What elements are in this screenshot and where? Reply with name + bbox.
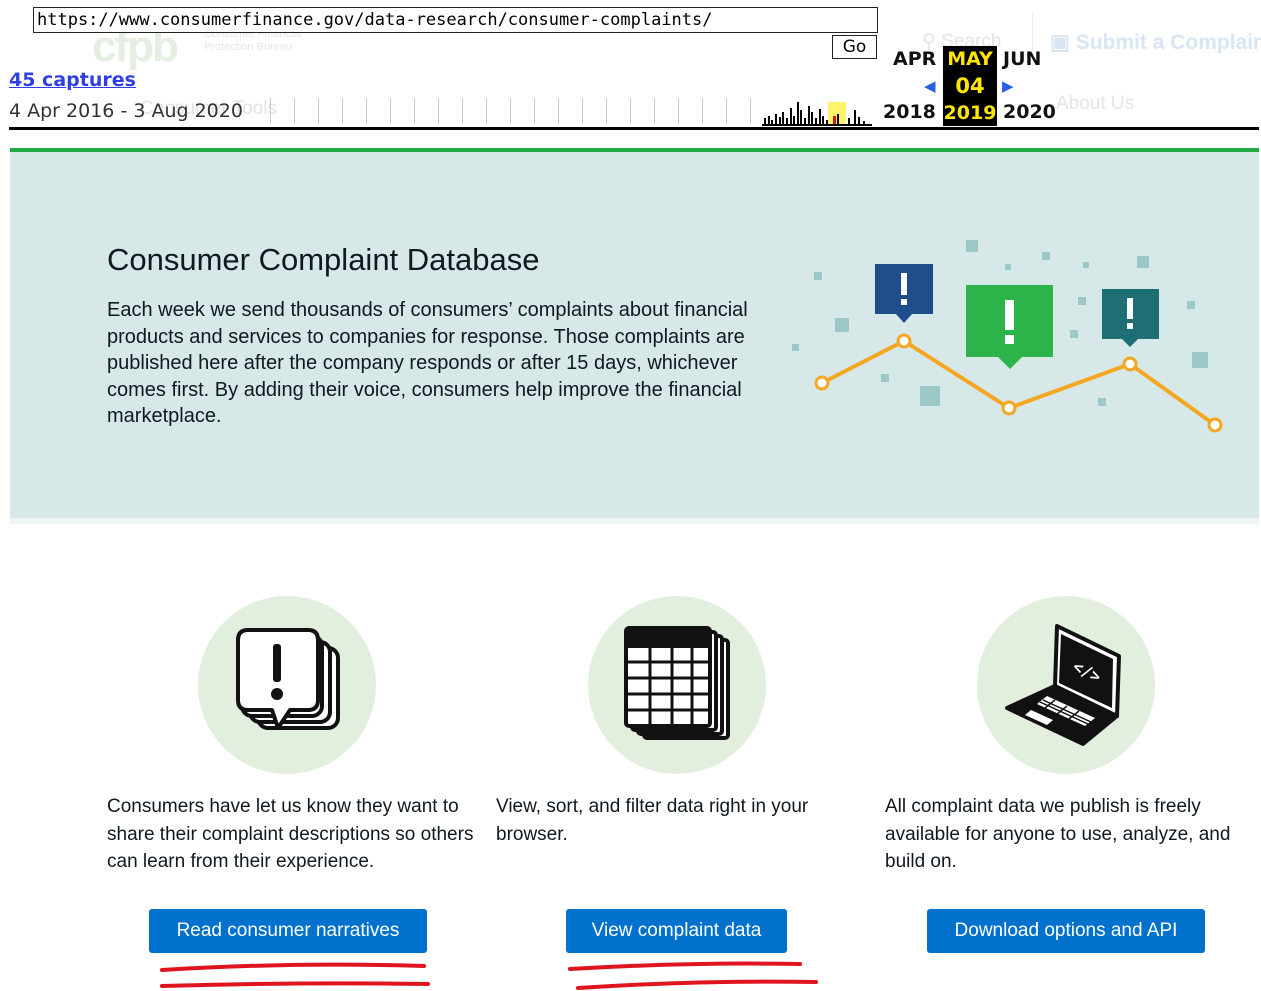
wayback-current-day: 04 — [943, 72, 997, 100]
complaint-data-icon-circle — [588, 596, 766, 774]
complaint-trend-graphic — [792, 240, 1223, 433]
red-annotation-underlines — [160, 961, 818, 990]
alert-bubble-green-icon — [966, 285, 1053, 369]
wayback-next-year[interactable]: 2020 — [1003, 101, 1056, 123]
read-consumer-narratives-button[interactable]: Read consumer narratives — [149, 909, 427, 953]
wayback-prev-year[interactable]: 2018 — [883, 101, 936, 123]
hero-description: Each week we send thousands of consumers… — [107, 299, 748, 427]
page-title: Consumer Complaint Database — [107, 242, 540, 277]
wayback-captures-link[interactable]: 45 captures — [9, 69, 136, 91]
wayback-go-button[interactable]: Go — [832, 35, 877, 59]
api-icon-circle: </> — [977, 596, 1155, 774]
wayback-prev-capture-icon[interactable]: ◀ — [924, 77, 936, 95]
complaint-data-description: View, sort, and filter data right in you… — [496, 796, 809, 845]
view-complaint-data-button[interactable]: View complaint data — [566, 909, 787, 953]
wayback-current-year: 2019 — [943, 100, 997, 126]
hero-shadow — [10, 518, 1259, 524]
wayback-current-month: MAY — [943, 46, 997, 72]
wayback-next-month[interactable]: JUN — [1003, 48, 1041, 70]
alert-bubble-navy-icon — [875, 264, 933, 323]
download-options-and-api-button[interactable]: Download options and API — [927, 909, 1205, 953]
narratives-description: Consumers have let us know they want to … — [107, 796, 474, 872]
submit-complaint-link[interactable]: ▣ Submit a Complaint — [1050, 30, 1261, 55]
api-description: All complaint data we publish is freely … — [885, 796, 1231, 872]
laptop-code-icon: </> — [1005, 624, 1121, 746]
submit-complaint-label: Submit a Complaint — [1075, 31, 1261, 54]
wayback-next-capture-icon[interactable]: ▶ — [1002, 77, 1014, 95]
alert-bubble-teal-icon — [1102, 289, 1159, 347]
spreadsheet-stack-icon — [624, 626, 730, 740]
speech-bubble-alert-stack-icon — [236, 628, 340, 730]
wayback-url-input[interactable]: https://www.consumerfinance.gov/data-res… — [33, 7, 878, 33]
wayback-divider — [9, 127, 1259, 130]
wayback-year-ticks[interactable] — [270, 98, 760, 124]
narratives-icon-circle — [198, 596, 376, 774]
chat-icon: ▣ — [1050, 31, 1076, 54]
wayback-capture-sparkline[interactable] — [762, 98, 872, 126]
wayback-prev-month[interactable]: APR — [893, 48, 936, 70]
wayback-date-range: 4 Apr 2016 - 3 Aug 2020 — [9, 100, 243, 122]
about-us-link[interactable]: About Us — [1056, 93, 1134, 115]
